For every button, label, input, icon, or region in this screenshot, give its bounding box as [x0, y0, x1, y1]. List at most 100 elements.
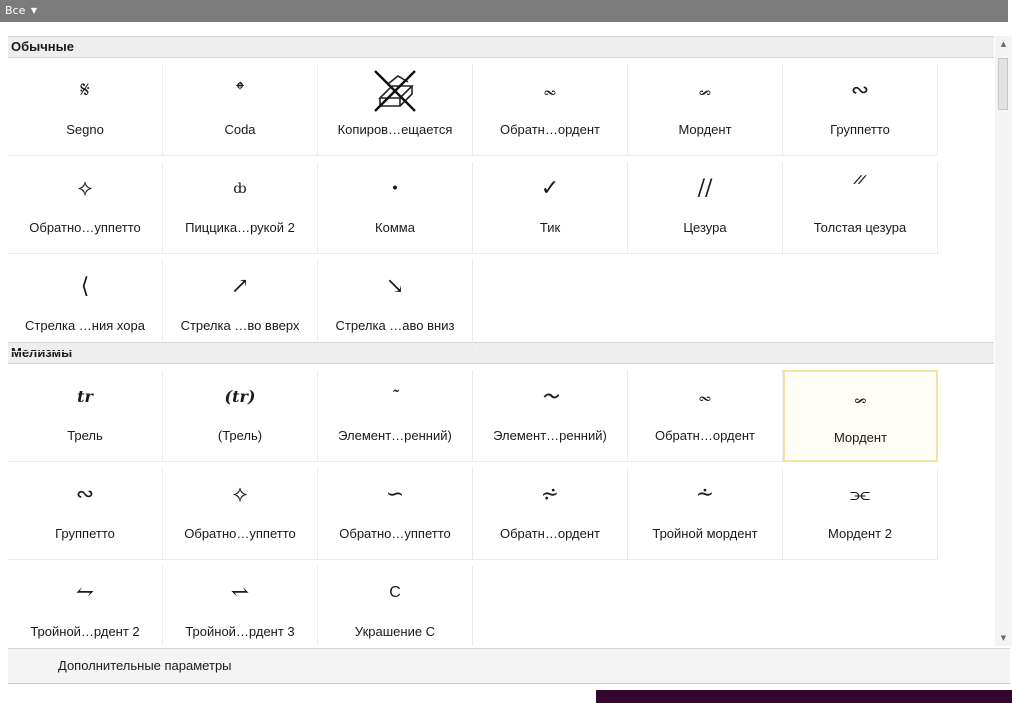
palette-cell[interactable]: 𝆗 Обратн…ордент	[628, 370, 783, 462]
palette-cell[interactable]: ⥊ Тройной…рдент 2	[8, 566, 163, 646]
palette-cell[interactable]: • Комма	[318, 162, 473, 254]
scrollbar-thumb[interactable]	[998, 58, 1008, 110]
pizzicato-icon: ȸ	[233, 181, 247, 197]
palette-cell[interactable]: ȸ Пиццика…рукой 2	[163, 162, 318, 254]
palette-cell[interactable]: (tr) (Трель)	[163, 370, 318, 462]
arrow-up-right-icon: ↗	[230, 274, 250, 299]
arrow-down-right-icon: ↘	[385, 274, 405, 299]
palette-cell-label: Обратн…ордент	[500, 122, 600, 137]
palette-cell-label: Пиццика…рукой 2	[185, 220, 295, 235]
palette-cell-label: Украшение C	[354, 624, 436, 639]
palette-cell-label: Тройной…рдент 3	[185, 624, 295, 639]
inverted-mordent-icon: 𝆗	[698, 384, 712, 409]
scroll-up-icon[interactable]: ▲	[995, 36, 1012, 52]
mordent-icon: 𝆘	[698, 78, 712, 103]
comma-icon: •	[390, 181, 400, 197]
thick-caesura-icon: 𝄓	[852, 176, 868, 201]
palette-cell-label: Обратно…уппетто	[29, 220, 141, 235]
palette-cell[interactable]: 𝄌 Coda	[163, 64, 318, 156]
turn-icon: ∾	[75, 482, 95, 507]
more-options-button[interactable]: Дополнительные параметры	[58, 658, 232, 674]
palette-cell[interactable]: ↘ Стрелка …аво вниз	[318, 260, 473, 352]
trill-parenthesized-icon: (tr)	[224, 387, 256, 406]
section-header-common: Обычные	[8, 36, 994, 58]
palette-cell-label: Segno	[66, 122, 104, 137]
vertical-scrollbar[interactable]: ▲ ▼	[995, 36, 1012, 646]
copy-not-allowed-icon	[318, 70, 472, 112]
palette-cell[interactable]: ⟡ Обратно…уппетто	[163, 468, 318, 560]
palette-cell-label: Группетто	[55, 526, 115, 541]
mordent-2-icon: ⫘	[850, 482, 870, 507]
palette-cell[interactable]: ⩪ Тройной мордент	[628, 468, 783, 560]
palette-cell-label: Мордент	[833, 430, 888, 445]
palette-cell-label: Цезура	[683, 220, 727, 235]
triple-mordent-icon: ⩪	[695, 482, 715, 507]
palette-cell-label: Тройной мордент	[652, 526, 758, 541]
palette-cell-label: Обратн…ордент	[655, 428, 755, 443]
palette-panel: Обычные Мелизмы 𝄋 Segno 𝄌 Coda Копиров…ещает…	[8, 36, 994, 646]
palette-cell-label: Мордент	[678, 122, 732, 137]
segno-icon: 𝄋	[80, 78, 90, 103]
scroll-down-icon[interactable]: ▼	[995, 630, 1012, 646]
palette-cell-label: Элемент…ренний)	[493, 428, 607, 443]
palette-cell[interactable]: ⩫ Обратн…ордент	[473, 468, 628, 560]
ornament-c-icon: C	[389, 584, 401, 601]
palette-cell-label: Мордент 2	[828, 526, 892, 541]
palette-cell-label: Трель	[67, 428, 103, 443]
palette-cell[interactable]: ⥋ Тройной…рдент 3	[163, 566, 318, 646]
palette-cell-label: Группетто	[830, 122, 890, 137]
palette-cell[interactable]: 𝆗 Обратн…ордент	[473, 64, 628, 156]
inverted-turn-2-icon: ∽	[385, 482, 405, 507]
inverted-turn-icon: ⟡	[77, 176, 93, 201]
caesura-icon: //	[697, 176, 713, 201]
palette-cell[interactable]: ⫘ Мордент 2	[783, 468, 938, 560]
chevron-down-icon: ▼	[30, 6, 38, 15]
palette-cell-label: Стрелка …аво вниз	[335, 318, 455, 333]
palette-cell[interactable]: 𝆘 Мордент	[628, 64, 783, 156]
palette-cell[interactable]: ∾ Группетто	[8, 468, 163, 560]
mordent-icon: 𝆘	[854, 386, 867, 411]
palette-cell[interactable]: 𝆘 Мордент	[783, 370, 938, 462]
inverted-turn-icon: ⟡	[232, 482, 248, 507]
trill-element-2-icon: 〜	[541, 387, 558, 406]
trill-icon: tr	[77, 387, 93, 406]
choir-arrow-icon: ⟨	[80, 274, 90, 299]
tick-icon: ✓	[540, 176, 560, 201]
palette-cell[interactable]: ✓ Тик	[473, 162, 628, 254]
background-strip	[596, 690, 1012, 703]
palette-cell[interactable]: // Цезура	[628, 162, 783, 254]
palette-cell[interactable]: 𝄋 Segno	[8, 64, 163, 156]
palette-cell[interactable]: ⟨ Стрелка …ния хора	[8, 260, 163, 352]
palette-cell[interactable]: Копиров…ещается	[318, 64, 473, 156]
palette-toolbar: Все ▼	[0, 0, 1008, 22]
palette-cell[interactable]: ⟡ Обратно…уппетто	[8, 162, 163, 254]
palette-cell-label: Толстая цезура	[813, 220, 907, 235]
palette-cell[interactable]: 𝄓 Толстая цезура	[783, 162, 938, 254]
palette-cell-label: (Трель)	[217, 428, 263, 443]
palette-footer: Дополнительные параметры	[8, 648, 1010, 684]
palette-cell[interactable]: ˜ Элемент…ренний)	[318, 370, 473, 462]
filter-dropdown[interactable]: Все ▼	[5, 3, 37, 19]
palette-cell-label: Обратно…уппетто	[339, 526, 451, 541]
palette-cell-label: Тик	[539, 220, 561, 235]
triple-mordent-2-icon: ⥊	[75, 580, 95, 605]
palette-cell-label: Coda	[224, 122, 256, 137]
trill-element-icon: ˜	[391, 387, 399, 406]
palette-cell[interactable]: ∽ Обратно…уппетто	[318, 468, 473, 560]
palette-cell-label: Обратно…уппетто	[184, 526, 296, 541]
palette-cell[interactable]: tr Трель	[8, 370, 163, 462]
coda-icon: 𝄌	[236, 78, 244, 103]
palette-cell[interactable]: C Украшение C	[318, 566, 473, 646]
palette-cell[interactable]: ↗ Стрелка …во вверх	[163, 260, 318, 352]
palette-cell-label: Стрелка …ния хора	[25, 318, 145, 333]
inverted-mordent-icon: 𝆗	[543, 78, 557, 103]
palette-cell-label: Копиров…ещается	[337, 122, 453, 137]
palette-cell-label: Элемент…ренний)	[338, 428, 452, 443]
palette-cell[interactable]: 〜 Элемент…ренний)	[473, 370, 628, 462]
palette-cell[interactable]: ∾ Группетто	[783, 64, 938, 156]
turn-icon: ∾	[850, 78, 870, 103]
long-inverted-mordent-icon: ⩫	[540, 482, 560, 507]
palette-cell-label: Комма	[375, 220, 415, 235]
filter-label: Все	[5, 4, 26, 17]
palette-cell-label: Стрелка …во вверх	[180, 318, 300, 333]
